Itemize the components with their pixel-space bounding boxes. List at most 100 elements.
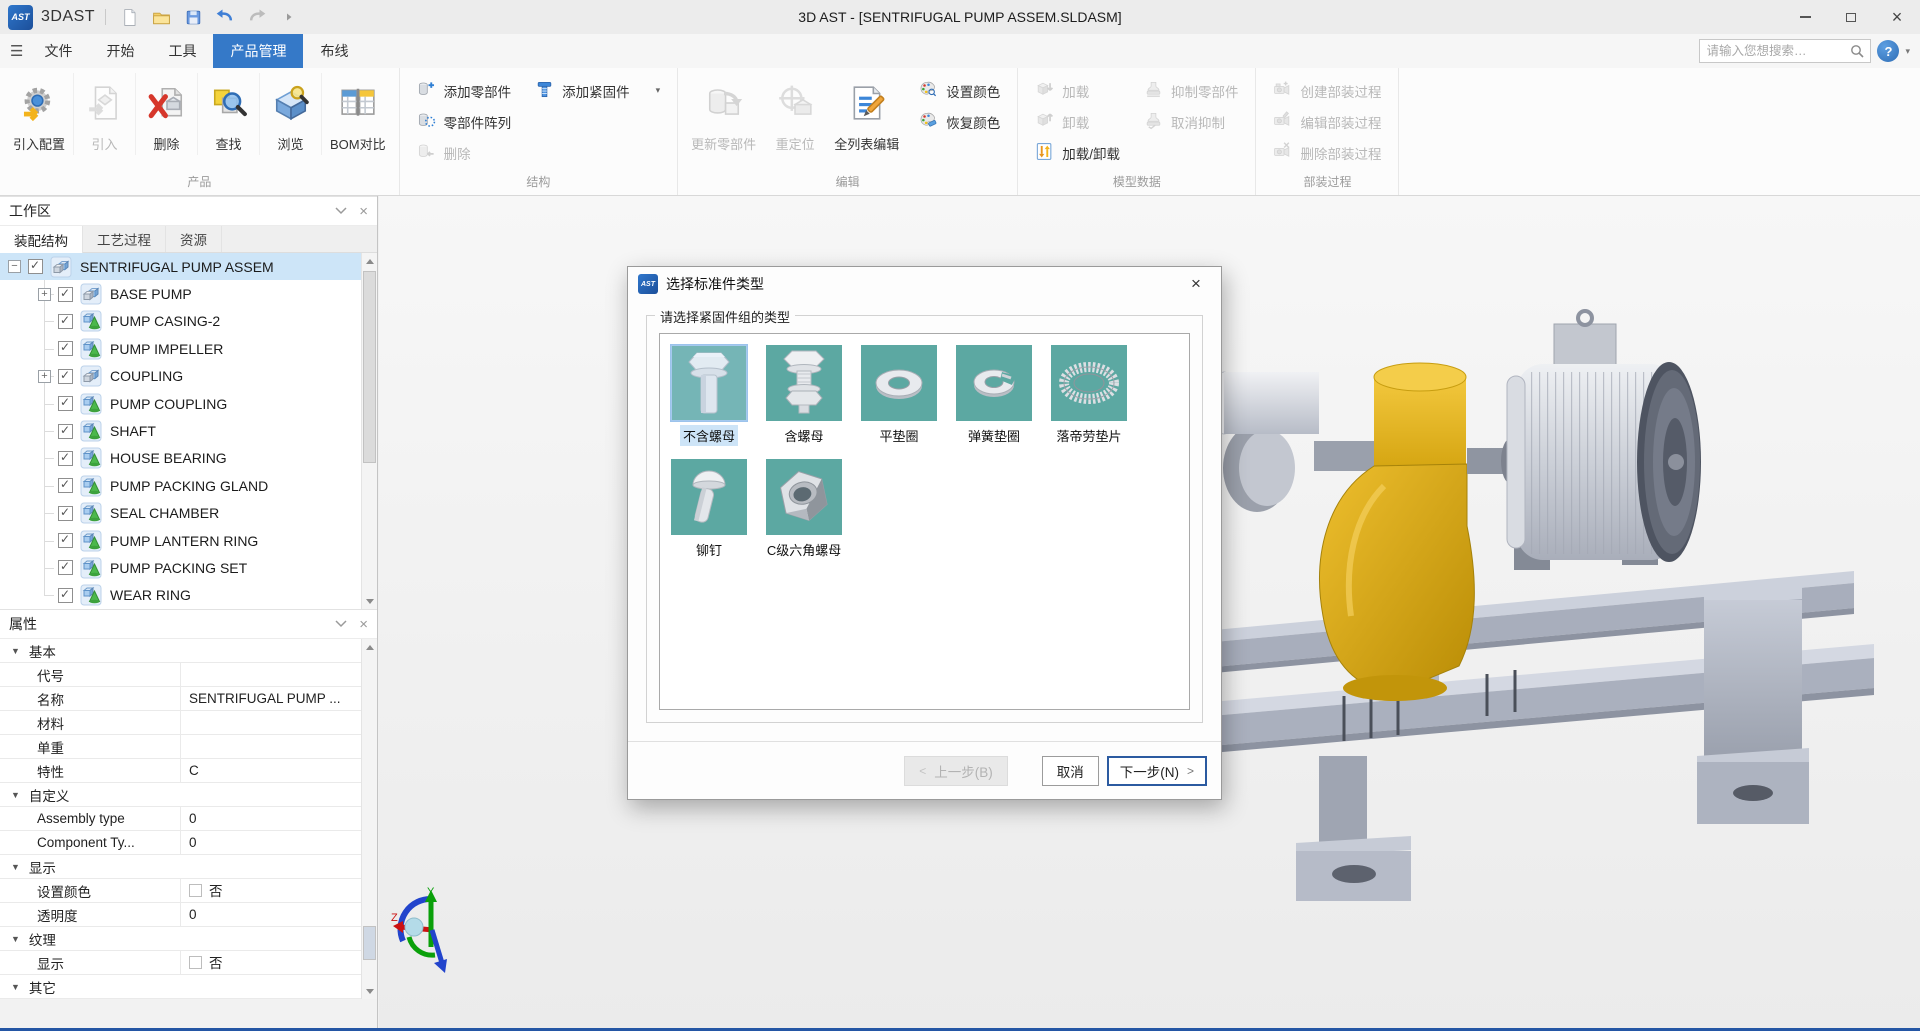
ribbon-button-component-array[interactable]: 零部件阵列: [411, 106, 518, 137]
tree-checkbox[interactable]: [58, 478, 73, 493]
ribbon-button-suppress-component[interactable]: 抑制零部件: [1138, 75, 1245, 106]
tree-checkbox[interactable]: [58, 314, 73, 329]
section-collapse-icon[interactable]: ▼: [11, 646, 20, 656]
property-value[interactable]: SENTRIFUGAL PUMP ...: [180, 686, 361, 710]
scroll-down-button[interactable]: [362, 593, 377, 609]
tree-item-pump-casing-2[interactable]: PUMP CASING-2: [0, 308, 361, 335]
value-checkbox[interactable]: [189, 956, 202, 969]
tree-item-pump-coupling[interactable]: PUMP COUPLING: [0, 390, 361, 417]
tree-item-seal-chamber[interactable]: SEAL CHAMBER: [0, 500, 361, 527]
ribbon-button-restore-color[interactable]: 恢复颜色: [913, 106, 1006, 137]
close-panel-icon[interactable]: ×: [359, 204, 368, 219]
ribbon-button-unload[interactable]: 卸载: [1029, 106, 1126, 137]
tree-checkbox[interactable]: [58, 396, 73, 411]
property-section-0[interactable]: ▼基本: [0, 639, 361, 663]
tree-expander-collapse-icon[interactable]: −: [8, 260, 21, 273]
previous-step-button[interactable]: < 上一步(B): [904, 756, 1008, 786]
property-section-14[interactable]: ▼其它: [0, 975, 361, 999]
open-file-icon[interactable]: [148, 4, 174, 30]
orientation-triad[interactable]: Y Z: [389, 885, 469, 980]
scroll-up-button[interactable]: [362, 253, 377, 269]
cancel-button[interactable]: 取消: [1042, 756, 1099, 786]
help-button[interactable]: ?: [1877, 40, 1899, 62]
tree-scrollbar[interactable]: [361, 253, 377, 609]
property-value[interactable]: [180, 734, 361, 758]
tree-checkbox[interactable]: [58, 369, 73, 384]
tree-checkbox[interactable]: [28, 259, 43, 274]
tree-checkbox[interactable]: [58, 588, 73, 603]
ribbon-button-delete-structure[interactable]: 删除: [411, 137, 518, 168]
ribbon-button-bom-compare[interactable]: BOM对比: [322, 73, 394, 155]
new-file-icon[interactable]: [116, 4, 142, 30]
tree-item-coupling[interactable]: +COUPLING: [0, 363, 361, 390]
section-collapse-icon[interactable]: ▼: [11, 862, 20, 872]
value-checkbox[interactable]: [189, 884, 202, 897]
redo-icon[interactable]: [244, 4, 270, 30]
tree-item-house-bearing[interactable]: HOUSE BEARING: [0, 445, 361, 472]
fastener-tile-bolt-with-nut[interactable]: 含螺母: [764, 345, 844, 446]
property-value[interactable]: 0: [180, 902, 361, 926]
tree-expander-expand-icon[interactable]: +: [38, 370, 51, 383]
scroll-down-button[interactable]: [362, 983, 377, 999]
tree-item-pump-packing-gland[interactable]: PUMP PACKING GLAND: [0, 472, 361, 499]
chevron-down-icon[interactable]: ▾: [656, 85, 661, 96]
tree-checkbox[interactable]: [58, 341, 73, 356]
tree-checkbox[interactable]: [58, 506, 73, 521]
menu-tab-routing[interactable]: 布线: [303, 34, 365, 68]
minimize-button[interactable]: [1782, 0, 1828, 34]
save-icon[interactable]: [180, 4, 206, 30]
tree-item-base-pump[interactable]: +BASE PUMP: [0, 280, 361, 307]
menu-icon[interactable]: ☰: [10, 42, 23, 60]
ribbon-button-full-list-edit[interactable]: 全列表编辑: [826, 73, 907, 155]
property-section-9[interactable]: ▼显示: [0, 855, 361, 879]
tree-item-shaft[interactable]: SHAFT: [0, 417, 361, 444]
section-collapse-icon[interactable]: ▼: [11, 790, 20, 800]
ribbon-button-edit-assembly-process[interactable]: 编辑部装过程: [1267, 106, 1387, 137]
ribbon-button-delete-assembly-process[interactable]: 删除部装过程: [1267, 137, 1387, 168]
ribbon-button-import[interactable]: 引入: [74, 73, 136, 155]
scrollbar-thumb[interactable]: [363, 271, 376, 463]
ribbon-button-load[interactable]: 加载: [1029, 75, 1126, 106]
fastener-tile-bolt-without-nut[interactable]: 不含螺母: [669, 345, 749, 446]
fastener-tile-spring-washer[interactable]: 弹簧垫圈: [954, 345, 1034, 446]
property-value[interactable]: 否: [180, 878, 361, 902]
section-collapse-icon[interactable]: ▼: [11, 982, 20, 992]
workspace-tab-assembly-structure[interactable]: 装配结构: [0, 226, 83, 253]
ribbon-button-add-component[interactable]: 添加零部件: [411, 75, 518, 106]
property-value[interactable]: C: [180, 758, 361, 782]
ribbon-button-add-fastener[interactable]: 添加紧固件▾: [529, 75, 666, 106]
tree-checkbox[interactable]: [58, 424, 73, 439]
close-button[interactable]: ×: [1874, 0, 1920, 34]
tree-checkbox[interactable]: [58, 560, 73, 575]
property-value[interactable]: [180, 662, 361, 686]
workspace-tab-resources[interactable]: 资源: [166, 226, 222, 252]
property-value[interactable]: [180, 710, 361, 734]
fastener-tile-serrated-washer[interactable]: 落帝劳垫片: [1049, 345, 1129, 446]
fastener-tile-rivet[interactable]: 铆钉: [669, 459, 749, 560]
workspace-tab-process[interactable]: 工艺过程: [83, 226, 166, 252]
property-value[interactable]: 0: [180, 830, 361, 854]
tree-item-sentrifugal-pump-assem[interactable]: −SENTRIFUGAL PUMP ASSEM: [0, 253, 361, 280]
property-value[interactable]: 0: [180, 806, 361, 830]
maximize-button[interactable]: [1828, 0, 1874, 34]
menu-tab-home[interactable]: 开始: [89, 34, 151, 68]
expand-toolbar-icon[interactable]: [276, 4, 302, 30]
property-section-12[interactable]: ▼纹理: [0, 927, 361, 951]
next-step-button[interactable]: 下一步(N) >: [1107, 756, 1207, 786]
fastener-tile-flat-washer[interactable]: 平垫圈: [859, 345, 939, 446]
ribbon-button-find[interactable]: 查找: [198, 73, 260, 155]
properties-scrollbar[interactable]: [361, 639, 377, 999]
menu-tab-file[interactable]: 文件: [27, 34, 89, 68]
ribbon-button-import-config[interactable]: 引入配置: [5, 73, 74, 155]
property-section-6[interactable]: ▼自定义: [0, 783, 361, 807]
tree-item-pump-lantern-ring[interactable]: PUMP LANTERN RING: [0, 527, 361, 554]
search-input[interactable]: [1706, 44, 1850, 58]
close-panel-icon[interactable]: ×: [359, 617, 368, 632]
ribbon-button-cancel-suppress[interactable]: 取消抑制: [1138, 106, 1245, 137]
tree-checkbox[interactable]: [58, 287, 73, 302]
ribbon-button-browse[interactable]: 浏览: [260, 73, 322, 155]
property-value[interactable]: 否: [180, 950, 361, 974]
ribbon-button-update-component[interactable]: 更新零部件: [683, 73, 764, 155]
ribbon-button-create-assembly-process[interactable]: 创建部装过程: [1267, 75, 1387, 106]
tree-item-wear-ring[interactable]: WEAR RING: [0, 582, 361, 609]
